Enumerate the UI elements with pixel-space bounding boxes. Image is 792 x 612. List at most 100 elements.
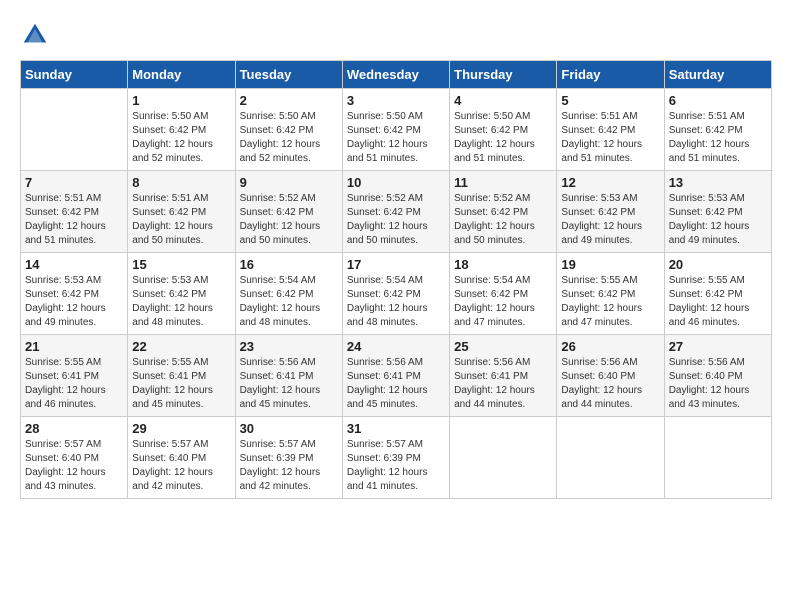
day-info: Sunrise: 5:56 AM Sunset: 6:41 PM Dayligh…	[454, 356, 552, 412]
calendar-cell: 17 Sunrise: 5:54 AM Sunset: 6:42 PM Dayli…	[342, 253, 449, 335]
day-header-wednesday: Wednesday	[342, 61, 449, 89]
day-number: 12	[561, 175, 659, 190]
day-number: 3	[347, 93, 445, 108]
day-number: 8	[132, 175, 230, 190]
day-info: Sunrise: 5:51 AM Sunset: 6:42 PM Dayligh…	[561, 110, 659, 166]
day-info: Sunrise: 5:53 AM Sunset: 6:42 PM Dayligh…	[25, 274, 123, 330]
day-info: Sunrise: 5:50 AM Sunset: 6:42 PM Dayligh…	[454, 110, 552, 166]
day-header-friday: Friday	[557, 61, 664, 89]
calendar-cell: 2 Sunrise: 5:50 AM Sunset: 6:42 PM Daylig…	[235, 89, 342, 171]
day-info: Sunrise: 5:56 AM Sunset: 6:40 PM Dayligh…	[669, 356, 767, 412]
calendar-cell: 5 Sunrise: 5:51 AM Sunset: 6:42 PM Daylig…	[557, 89, 664, 171]
day-number: 4	[454, 93, 552, 108]
week-row-5: 28Sunrise: 5:57 AM Sunset: 6:40 PM Dayli…	[21, 417, 772, 499]
day-number: 14	[25, 257, 123, 272]
calendar-cell	[664, 417, 771, 499]
day-info: Sunrise: 5:52 AM Sunset: 6:42 PM Dayligh…	[347, 192, 445, 248]
day-info: Sunrise: 5:57 AM Sunset: 6:39 PM Dayligh…	[240, 438, 338, 494]
day-info: Sunrise: 5:56 AM Sunset: 6:40 PM Dayligh…	[561, 356, 659, 412]
calendar-cell: 22Sunrise: 5:55 AM Sunset: 6:41 PM Dayli…	[128, 335, 235, 417]
calendar-cell: 9 Sunrise: 5:52 AM Sunset: 6:42 PM Daylig…	[235, 171, 342, 253]
day-number: 1	[132, 93, 230, 108]
calendar-cell: 29 Sunrise: 5:57 AM Sunset: 6:40 PM Dayli…	[128, 417, 235, 499]
calendar-cell	[557, 417, 664, 499]
calendar-cell	[450, 417, 557, 499]
calendar-cell: 10 Sunrise: 5:52 AM Sunset: 6:42 PM Dayli…	[342, 171, 449, 253]
day-number: 16	[240, 257, 338, 272]
calendar-cell: 6Sunrise: 5:51 AM Sunset: 6:42 PM Daylig…	[664, 89, 771, 171]
calendar-cell: 12 Sunrise: 5:53 AM Sunset: 6:42 PM Dayli…	[557, 171, 664, 253]
day-info: Sunrise: 5:53 AM Sunset: 6:42 PM Dayligh…	[132, 274, 230, 330]
calendar-cell: 15 Sunrise: 5:53 AM Sunset: 6:42 PM Dayli…	[128, 253, 235, 335]
calendar-cell: 30 Sunrise: 5:57 AM Sunset: 6:39 PM Dayli…	[235, 417, 342, 499]
day-number: 19	[561, 257, 659, 272]
day-info: Sunrise: 5:55 AM Sunset: 6:41 PM Dayligh…	[25, 356, 123, 412]
calendar: SundayMondayTuesdayWednesdayThursdayFrid…	[20, 60, 772, 499]
calendar-header-row: SundayMondayTuesdayWednesdayThursdayFrid…	[21, 61, 772, 89]
calendar-cell: 24Sunrise: 5:56 AM Sunset: 6:41 PM Dayli…	[342, 335, 449, 417]
day-number: 30	[240, 421, 338, 436]
day-info: Sunrise: 5:54 AM Sunset: 6:42 PM Dayligh…	[240, 274, 338, 330]
day-header-sunday: Sunday	[21, 61, 128, 89]
header	[20, 20, 772, 50]
day-number: 5	[561, 93, 659, 108]
day-info: Sunrise: 5:55 AM Sunset: 6:42 PM Dayligh…	[669, 274, 767, 330]
day-number: 10	[347, 175, 445, 190]
day-info: Sunrise: 5:51 AM Sunset: 6:42 PM Dayligh…	[669, 110, 767, 166]
calendar-cell: 31 Sunrise: 5:57 AM Sunset: 6:39 PM Dayli…	[342, 417, 449, 499]
day-info: Sunrise: 5:51 AM Sunset: 6:42 PM Dayligh…	[132, 192, 230, 248]
calendar-cell: 20 Sunrise: 5:55 AM Sunset: 6:42 PM Dayli…	[664, 253, 771, 335]
day-number: 20	[669, 257, 767, 272]
week-row-1: 1 Sunrise: 5:50 AM Sunset: 6:42 PM Daylig…	[21, 89, 772, 171]
day-number: 9	[240, 175, 338, 190]
calendar-cell	[21, 89, 128, 171]
calendar-cell: 16 Sunrise: 5:54 AM Sunset: 6:42 PM Dayli…	[235, 253, 342, 335]
calendar-cell: 19Sunrise: 5:55 AM Sunset: 6:42 PM Dayli…	[557, 253, 664, 335]
calendar-cell: 7 Sunrise: 5:51 AM Sunset: 6:42 PM Daylig…	[21, 171, 128, 253]
day-header-thursday: Thursday	[450, 61, 557, 89]
day-number: 31	[347, 421, 445, 436]
week-row-2: 7 Sunrise: 5:51 AM Sunset: 6:42 PM Daylig…	[21, 171, 772, 253]
calendar-cell: 21 Sunrise: 5:55 AM Sunset: 6:41 PM Dayli…	[21, 335, 128, 417]
calendar-cell: 1 Sunrise: 5:50 AM Sunset: 6:42 PM Daylig…	[128, 89, 235, 171]
day-number: 22	[132, 339, 230, 354]
day-header-tuesday: Tuesday	[235, 61, 342, 89]
calendar-cell: 18Sunrise: 5:54 AM Sunset: 6:42 PM Dayli…	[450, 253, 557, 335]
day-info: Sunrise: 5:50 AM Sunset: 6:42 PM Dayligh…	[347, 110, 445, 166]
day-number: 23	[240, 339, 338, 354]
week-row-3: 14 Sunrise: 5:53 AM Sunset: 6:42 PM Dayli…	[21, 253, 772, 335]
day-number: 25	[454, 339, 552, 354]
calendar-cell: 28Sunrise: 5:57 AM Sunset: 6:40 PM Dayli…	[21, 417, 128, 499]
day-number: 29	[132, 421, 230, 436]
day-info: Sunrise: 5:53 AM Sunset: 6:42 PM Dayligh…	[561, 192, 659, 248]
calendar-cell: 26 Sunrise: 5:56 AM Sunset: 6:40 PM Dayli…	[557, 335, 664, 417]
calendar-cell: 13Sunrise: 5:53 AM Sunset: 6:42 PM Dayli…	[664, 171, 771, 253]
day-info: Sunrise: 5:56 AM Sunset: 6:41 PM Dayligh…	[240, 356, 338, 412]
day-info: Sunrise: 5:57 AM Sunset: 6:40 PM Dayligh…	[25, 438, 123, 494]
day-number: 11	[454, 175, 552, 190]
day-number: 15	[132, 257, 230, 272]
calendar-cell: 25 Sunrise: 5:56 AM Sunset: 6:41 PM Dayli…	[450, 335, 557, 417]
day-info: Sunrise: 5:54 AM Sunset: 6:42 PM Dayligh…	[347, 274, 445, 330]
day-info: Sunrise: 5:57 AM Sunset: 6:40 PM Dayligh…	[132, 438, 230, 494]
calendar-cell: 11Sunrise: 5:52 AM Sunset: 6:42 PM Dayli…	[450, 171, 557, 253]
day-info: Sunrise: 5:57 AM Sunset: 6:39 PM Dayligh…	[347, 438, 445, 494]
day-number: 27	[669, 339, 767, 354]
calendar-cell: 8 Sunrise: 5:51 AM Sunset: 6:42 PM Daylig…	[128, 171, 235, 253]
day-number: 21	[25, 339, 123, 354]
day-info: Sunrise: 5:56 AM Sunset: 6:41 PM Dayligh…	[347, 356, 445, 412]
day-number: 2	[240, 93, 338, 108]
day-number: 13	[669, 175, 767, 190]
day-info: Sunrise: 5:50 AM Sunset: 6:42 PM Dayligh…	[132, 110, 230, 166]
day-number: 7	[25, 175, 123, 190]
day-info: Sunrise: 5:51 AM Sunset: 6:42 PM Dayligh…	[25, 192, 123, 248]
day-info: Sunrise: 5:50 AM Sunset: 6:42 PM Dayligh…	[240, 110, 338, 166]
day-info: Sunrise: 5:54 AM Sunset: 6:42 PM Dayligh…	[454, 274, 552, 330]
week-row-4: 21 Sunrise: 5:55 AM Sunset: 6:41 PM Dayli…	[21, 335, 772, 417]
day-info: Sunrise: 5:52 AM Sunset: 6:42 PM Dayligh…	[240, 192, 338, 248]
day-header-monday: Monday	[128, 61, 235, 89]
day-number: 26	[561, 339, 659, 354]
calendar-cell: 3 Sunrise: 5:50 AM Sunset: 6:42 PM Daylig…	[342, 89, 449, 171]
day-number: 17	[347, 257, 445, 272]
calendar-cell: 4 Sunrise: 5:50 AM Sunset: 6:42 PM Daylig…	[450, 89, 557, 171]
